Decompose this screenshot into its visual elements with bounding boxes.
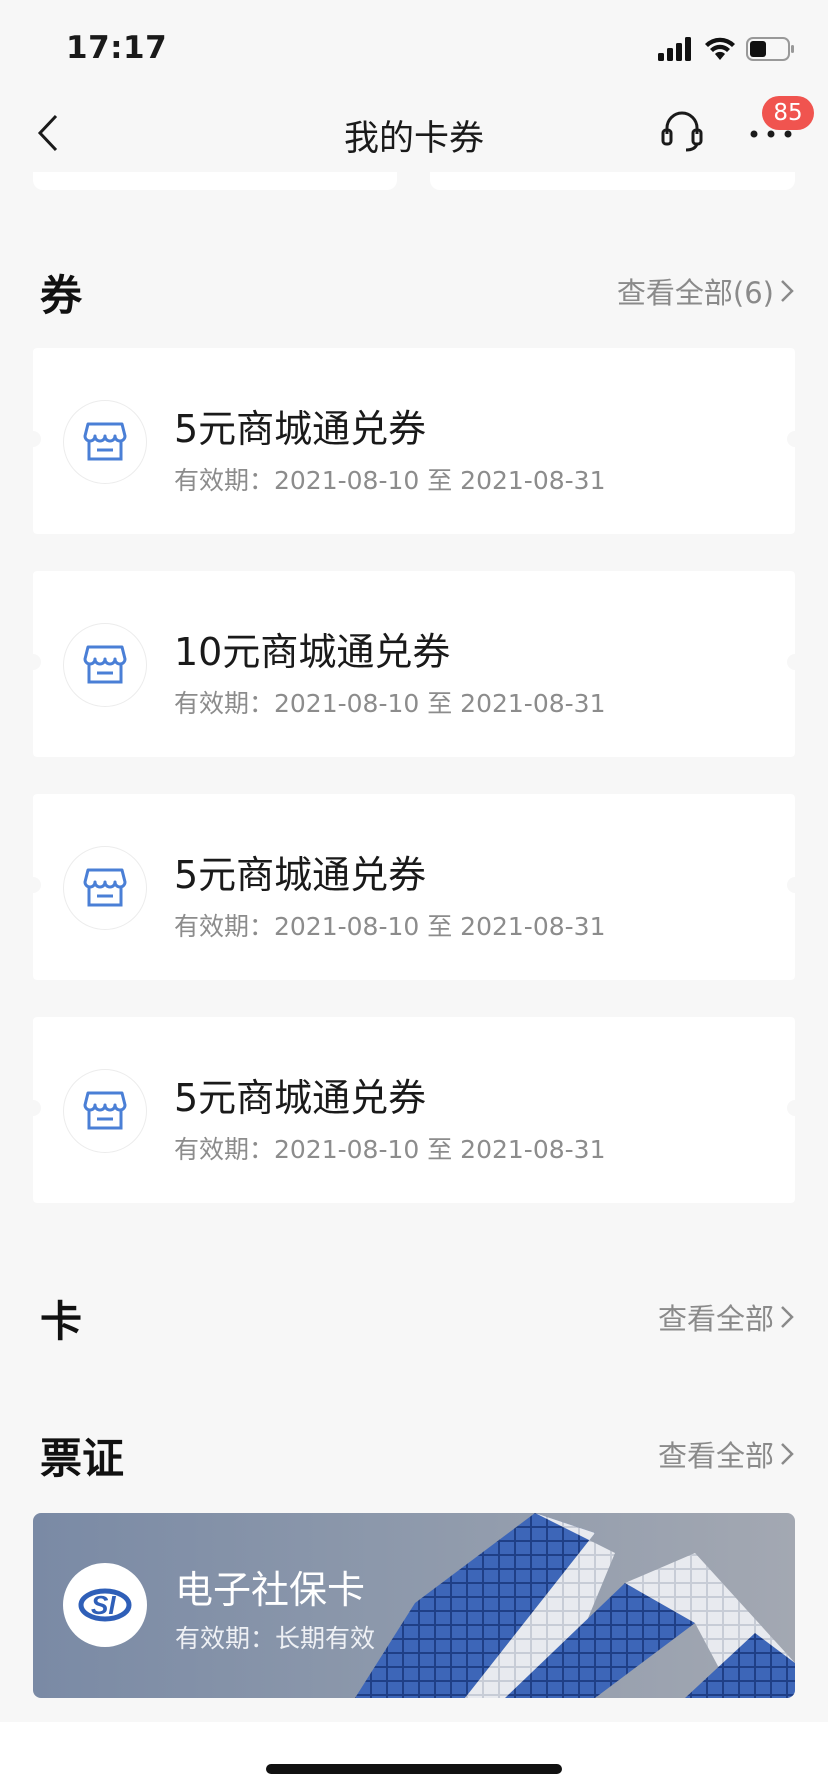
- view-all-label: 查看全部: [657, 1302, 774, 1336]
- coupon-title: 5元商城通兑券: [174, 853, 427, 897]
- section-title-tickets: 票证: [40, 1434, 125, 1483]
- support-button[interactable]: [660, 108, 704, 154]
- coupon-card[interactable]: 10元商城通兑券 有效期：2021-08-10 至 2021-08-31: [25, 571, 803, 757]
- coupon-card[interactable]: 5元商城通兑券 有效期：2021-08-10 至 2021-08-31: [25, 348, 803, 534]
- signal-icon: [658, 37, 691, 61]
- store-icon: [83, 422, 127, 461]
- building-illustration: [355, 1513, 795, 1698]
- coupon-card[interactable]: 5元商城通兑券 有效期：2021-08-10 至 2021-08-31: [25, 794, 803, 980]
- peek-card-left: [33, 172, 397, 190]
- store-icon: [83, 868, 127, 907]
- chevron-right-icon: [781, 1443, 794, 1465]
- chevron-right-icon: [781, 1306, 794, 1328]
- coupon-notch: [25, 654, 41, 670]
- coupon-validity: 有效期：2021-08-10 至 2021-08-31: [174, 689, 606, 718]
- nav-bar: 我的卡券: [0, 88, 828, 178]
- view-all-label: 查看全部: [657, 1439, 774, 1473]
- store-icon: [83, 645, 127, 684]
- home-indicator[interactable]: [266, 1764, 562, 1774]
- coupon-icon-circle: [63, 623, 147, 707]
- coupon-title: 5元商城通兑券: [174, 1076, 427, 1120]
- coupon-notch: [787, 654, 803, 670]
- section-title-cards: 卡: [40, 1297, 83, 1346]
- view-all-label: 查看全部(6): [616, 276, 774, 310]
- coupon-notch: [787, 431, 803, 447]
- notification-badge: 85: [762, 96, 814, 130]
- coupon-icon-circle: [63, 846, 147, 930]
- section-title-coupons: 券: [40, 271, 83, 320]
- battery-icon: [746, 37, 794, 61]
- store-icon: [83, 1091, 127, 1130]
- peek-card-right: [430, 172, 795, 190]
- coupon-validity: 有效期：2021-08-10 至 2021-08-31: [174, 912, 606, 941]
- coupon-notch: [25, 1100, 41, 1116]
- social-security-logo-icon: SI: [78, 1588, 132, 1622]
- coupon-card[interactable]: 5元商城通兑券 有效期：2021-08-10 至 2021-08-31: [25, 1017, 803, 1203]
- status-time: 17:17: [66, 30, 168, 66]
- home-bar: [0, 1722, 828, 1792]
- status-icons: [658, 34, 796, 64]
- coupon-notch: [787, 1100, 803, 1116]
- coupon-title: 5元商城通兑券: [174, 407, 427, 451]
- coupon-notch: [787, 877, 803, 893]
- status-bar: 17:17: [0, 0, 828, 88]
- coupon-validity: 有效期：2021-08-10 至 2021-08-31: [174, 1135, 606, 1164]
- coupon-validity: 有效期：2021-08-10 至 2021-08-31: [174, 466, 606, 495]
- social-security-logo: SI: [63, 1563, 147, 1647]
- card-title: 电子社保卡: [175, 1568, 366, 1612]
- view-all-coupons-link[interactable]: 查看全部(6): [617, 270, 794, 312]
- chevron-right-icon: [781, 280, 794, 302]
- coupon-title: 10元商城通兑券: [174, 630, 451, 674]
- view-all-tickets-link[interactable]: 查看全部: [658, 1433, 794, 1475]
- coupon-notch: [25, 431, 41, 447]
- coupon-icon-circle: [63, 1069, 147, 1153]
- view-all-cards-link[interactable]: 查看全部: [658, 1296, 794, 1338]
- logo-text: SI: [91, 1590, 116, 1620]
- headset-icon: [661, 111, 703, 152]
- card-validity: 有效期：长期有效: [175, 1624, 376, 1653]
- coupon-notch: [25, 877, 41, 893]
- coupon-icon-circle: [63, 400, 147, 484]
- wifi-icon: [705, 37, 735, 60]
- social-security-card[interactable]: SI 电子社保卡 有效期：长期有效: [33, 1513, 795, 1698]
